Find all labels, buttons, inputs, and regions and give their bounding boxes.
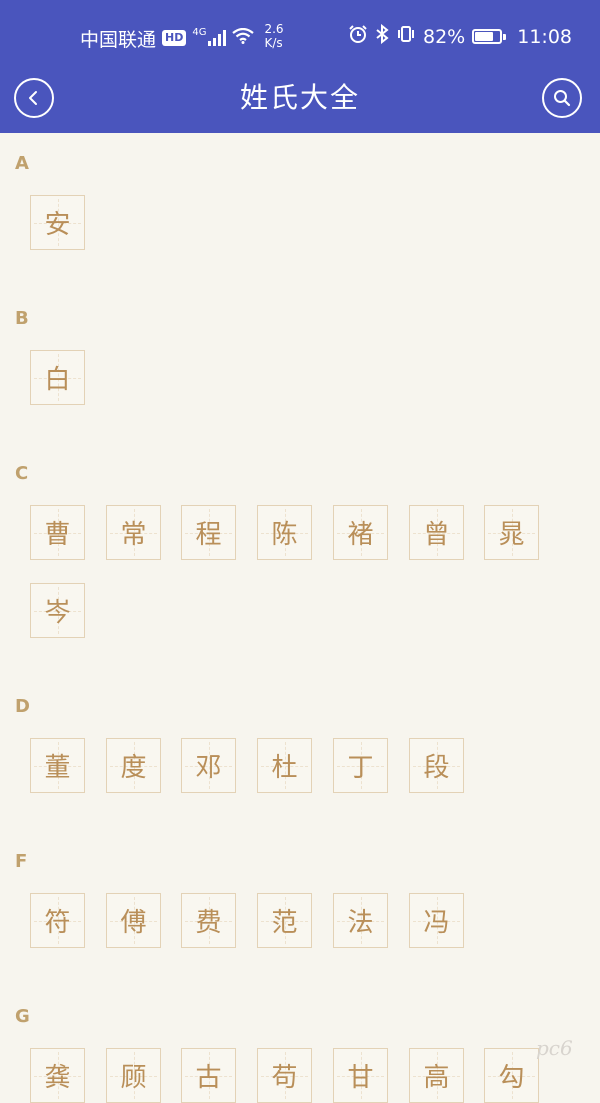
surname-char: 段 xyxy=(423,753,450,783)
surname-char: 白 xyxy=(44,365,71,395)
surname-item[interactable]: 范 xyxy=(257,893,312,948)
surname-item[interactable]: 曾 xyxy=(409,505,464,560)
network-speed: 2.6 K/s xyxy=(264,22,283,50)
surname-char: 法 xyxy=(347,908,374,938)
surname-char: 符 xyxy=(44,908,71,938)
surname-char: 龚 xyxy=(44,1063,71,1093)
section-letter: B xyxy=(15,308,29,329)
carrier-name: 中国联通 xyxy=(80,28,157,51)
status-right: 82% 11:08 xyxy=(348,23,572,49)
surname-char: 曹 xyxy=(44,520,71,550)
surname-char: 顾 xyxy=(120,1063,147,1093)
surname-char: 冯 xyxy=(423,908,450,938)
surname-char: 范 xyxy=(271,908,298,938)
watermark-logo: pc6 xyxy=(536,1036,573,1060)
bluetooth-icon xyxy=(375,23,389,49)
surname-item[interactable]: 岑 xyxy=(30,583,85,638)
wifi-icon xyxy=(232,27,255,49)
signal-icon xyxy=(208,30,227,46)
status-bar: 中国联通 HD 4G 2.6 K/s 82% 11:08 xyxy=(0,0,600,70)
surname-char: 常 xyxy=(120,520,147,550)
top-bar: 中国联通 HD 4G 2.6 K/s 82% 11:08 姓氏大全 xyxy=(0,0,600,133)
surname-char: 曾 xyxy=(423,520,450,550)
surname-item[interactable]: 顾 xyxy=(106,1048,161,1103)
section-letter: A xyxy=(15,153,29,174)
surname-item[interactable]: 褚 xyxy=(333,505,388,560)
surname-item[interactable]: 龚 xyxy=(30,1048,85,1103)
surname-char: 安 xyxy=(44,210,71,240)
surname-char: 邓 xyxy=(195,753,222,783)
network-type: 4G xyxy=(192,26,207,38)
page-title: 姓氏大全 xyxy=(239,81,360,114)
battery-icon xyxy=(472,29,507,44)
surname-item[interactable]: 勾 xyxy=(484,1048,539,1103)
surname-char: 古 xyxy=(195,1063,222,1093)
surname-char: 陈 xyxy=(271,520,298,550)
surname-char: 度 xyxy=(120,753,147,783)
status-left: 中国联通 HD 4G 2.6 K/s xyxy=(80,22,284,52)
surname-item[interactable]: 常 xyxy=(106,505,161,560)
surname-item[interactable]: 晁 xyxy=(484,505,539,560)
surname-char: 勾 xyxy=(498,1063,525,1093)
search-button[interactable] xyxy=(542,78,582,118)
section-letter: G xyxy=(15,1006,30,1027)
hd-badge: HD xyxy=(162,30,187,46)
surname-char: 苟 xyxy=(271,1063,298,1093)
surname-char: 傅 xyxy=(120,908,147,938)
battery-level xyxy=(475,32,494,41)
nav-bar: 姓氏大全 xyxy=(0,70,600,133)
surname-char: 丁 xyxy=(347,753,374,783)
speed-value: 2.6 xyxy=(264,22,284,36)
surname-char: 褚 xyxy=(347,520,374,550)
alarm-icon xyxy=(348,24,368,49)
surname-char: 岑 xyxy=(44,598,71,628)
surname-char: 费 xyxy=(195,908,222,938)
surname-item[interactable]: 白 xyxy=(30,350,85,405)
surname-item[interactable]: 高 xyxy=(409,1048,464,1103)
section-letter: C xyxy=(15,463,29,484)
surname-item[interactable]: 甘 xyxy=(333,1048,388,1103)
speed-unit: K/s xyxy=(264,36,283,50)
surname-item[interactable]: 杜 xyxy=(257,738,312,793)
surname-item[interactable]: 邓 xyxy=(181,738,236,793)
surname-item[interactable]: 曹 xyxy=(30,505,85,560)
surname-item[interactable]: 丁 xyxy=(333,738,388,793)
surname-item[interactable]: 法 xyxy=(333,893,388,948)
surname-item[interactable]: 安 xyxy=(30,195,85,250)
search-icon xyxy=(554,90,571,107)
surname-item[interactable]: 程 xyxy=(181,505,236,560)
surname-char: 晁 xyxy=(498,520,525,550)
surname-item[interactable]: 符 xyxy=(30,893,85,948)
surname-char: 杜 xyxy=(271,753,298,783)
vibrate-icon xyxy=(396,24,416,49)
surname-char: 程 xyxy=(195,520,222,550)
section-letter: D xyxy=(15,696,30,717)
surname-item[interactable]: 度 xyxy=(106,738,161,793)
surname-char: 高 xyxy=(423,1063,450,1093)
surname-item[interactable]: 董 xyxy=(30,738,85,793)
surname-item[interactable]: 冯 xyxy=(409,893,464,948)
surname-item[interactable]: 古 xyxy=(181,1048,236,1103)
section-letter: F xyxy=(15,851,28,872)
surname-item[interactable]: 苟 xyxy=(257,1048,312,1103)
surname-item[interactable]: 段 xyxy=(409,738,464,793)
surname-char: 甘 xyxy=(347,1063,374,1093)
surname-char: 董 xyxy=(44,753,71,783)
surname-item[interactable]: 费 xyxy=(181,893,236,948)
clock-time: 11:08 xyxy=(517,25,572,48)
battery-percent: 82% xyxy=(423,25,466,48)
surname-item[interactable]: 傅 xyxy=(106,893,161,948)
surname-item[interactable]: 陈 xyxy=(257,505,312,560)
